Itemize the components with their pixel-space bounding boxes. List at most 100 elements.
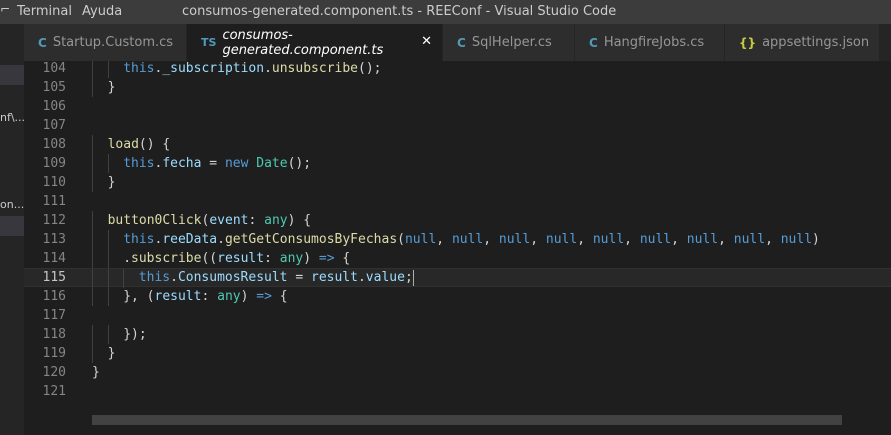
- code-token: _subscription: [162, 61, 265, 76]
- editor-tab-bar: C Startup.Custom.cs TS consumos-generate…: [0, 24, 891, 61]
- code-token: ) {: [287, 213, 312, 228]
- code-token: (: [397, 232, 405, 247]
- menu-terminal[interactable]: Terminal: [17, 4, 72, 19]
- close-icon[interactable]: ✕: [421, 34, 432, 49]
- tab-label: Startup.Custom.cs: [52, 35, 174, 50]
- code-line[interactable]: 112 button0Click(event: any) {: [24, 211, 891, 230]
- indent-guide: [92, 325, 93, 344]
- code-token: }: [107, 80, 116, 95]
- tab-appsettings-json[interactable]: {} appsettings.json: [725, 24, 880, 61]
- code-token: null: [686, 232, 719, 247]
- line-number: 120: [42, 365, 66, 380]
- code-text: }: [92, 363, 100, 382]
- code-line[interactable]: 104 this._subscription.unsubscribe();: [24, 61, 891, 78]
- code-line[interactable]: 105}: [24, 78, 891, 97]
- code-token: ,: [577, 232, 593, 247]
- code-line[interactable]: 113 this.reeData.getGetConsumosByFechas(n…: [24, 230, 891, 249]
- code-token: ((: [201, 251, 218, 266]
- code-token: null: [404, 232, 437, 247]
- code-line[interactable]: 106: [24, 97, 891, 116]
- code-line[interactable]: 107: [24, 116, 891, 135]
- horizontal-scrollbar-thumb[interactable]: [92, 415, 842, 425]
- indent-guide: [92, 173, 93, 192]
- code-token: :: [248, 213, 265, 228]
- explorer-sidebar-edge[interactable]: nf\... on...: [0, 61, 24, 435]
- code-token: });: [123, 327, 147, 342]
- line-number: 111: [42, 194, 66, 209]
- code-line[interactable]: 108 load() {: [24, 135, 891, 154]
- tab-consumos-generated-component-ts[interactable]: TS consumos-generated.component.ts ✕: [187, 24, 443, 61]
- code-text: this.ConsumosResult = result.value;: [139, 269, 414, 286]
- indent-guide: [92, 344, 93, 363]
- tab-label: HangfireJobs.cs: [603, 35, 705, 50]
- csharp-file-icon: C: [38, 35, 47, 50]
- sidebar-item-fragment[interactable]: on...: [0, 198, 24, 211]
- code-token: .: [217, 232, 225, 247]
- code-token: value: [365, 270, 405, 285]
- code-token: reeData: [162, 232, 218, 247]
- code-token: }: [92, 365, 100, 380]
- code-editor[interactable]: 104 this._subscription.unsubscribe(); 105}…: [24, 61, 891, 435]
- code-line[interactable]: 119}: [24, 344, 891, 363]
- indent-guide: [92, 135, 93, 154]
- tab-sqlhelper-cs[interactable]: C SqlHelper.cs: [443, 24, 575, 61]
- menu-overflow-caret[interactable]: ⌐: [0, 2, 10, 16]
- code-line[interactable]: 109 this.fecha = new Date();: [24, 154, 891, 173]
- code-line[interactable]: 110}: [24, 173, 891, 192]
- code-line[interactable]: 114 .subscribe((result: any) => {: [24, 249, 891, 268]
- code-text: }: [108, 173, 116, 192]
- indent-guide: [92, 230, 93, 249]
- code-line[interactable]: 111: [24, 192, 891, 211]
- indent-guide: [107, 287, 109, 306]
- code-line[interactable]: 120}: [24, 363, 891, 382]
- line-number: 116: [42, 289, 66, 304]
- line-number: 115: [42, 270, 66, 285]
- code-token: ,: [624, 232, 640, 247]
- window-title: consumos-generated.component.ts - REECon…: [182, 4, 617, 19]
- code-token: ): [303, 251, 319, 266]
- code-token: any: [279, 251, 304, 266]
- code-token: null: [451, 232, 484, 247]
- line-number: 113: [42, 232, 66, 247]
- code-token: ,: [436, 232, 452, 247]
- code-token: any: [264, 213, 288, 228]
- code-token: ,: [718, 232, 734, 247]
- menu-ayuda[interactable]: Ayuda: [82, 4, 122, 19]
- code-token: null: [639, 232, 672, 247]
- indent-guide: [92, 154, 93, 173]
- tab-label: appsettings.json: [762, 35, 870, 50]
- code-token: .: [264, 61, 272, 76]
- editor-bottom-strip: [24, 425, 891, 435]
- indent-guide: [92, 269, 93, 288]
- code-line[interactable]: 116 }, (result: any) => {: [24, 287, 891, 306]
- sidebar-row[interactable]: [0, 216, 24, 236]
- sidebar-item-fragment[interactable]: nf\...: [0, 111, 24, 124]
- indent-guide: [123, 269, 125, 288]
- code-line[interactable]: 117: [24, 306, 891, 325]
- title-bar: ⌐ Terminal Ayuda consumos-generated.comp…: [0, 0, 891, 24]
- code-line[interactable]: 118});: [24, 325, 891, 344]
- line-number: 107: [42, 118, 66, 133]
- tab-startup-custom-cs[interactable]: C Startup.Custom.cs: [24, 24, 187, 61]
- code-token: fecha: [162, 156, 202, 171]
- code-token: this: [123, 156, 155, 171]
- code-token: {: [271, 289, 288, 304]
- code-token: =>: [256, 289, 272, 304]
- indent-guide: [107, 325, 109, 344]
- code-token: .: [357, 270, 366, 285]
- code-token: null: [498, 232, 531, 247]
- code-token: ();: [287, 156, 312, 171]
- code-token: .: [170, 270, 178, 285]
- tab-hangfirejobs-cs[interactable]: C HangfireJobs.cs: [575, 24, 725, 61]
- code-token: }, (: [123, 289, 155, 304]
- line-number: 114: [42, 251, 66, 266]
- indent-guide: [92, 78, 93, 97]
- indent-guide: [107, 61, 109, 78]
- line-number: 104: [42, 61, 66, 76]
- sidebar-row[interactable]: [0, 65, 24, 85]
- line-number: 117: [42, 308, 66, 323]
- code-text: }, (result: any) => {: [123, 287, 287, 306]
- code-line[interactable]: 121: [24, 382, 891, 401]
- csharp-file-icon: C: [457, 35, 466, 50]
- code-line[interactable]: 115 this.ConsumosResult = result.value;: [24, 268, 891, 288]
